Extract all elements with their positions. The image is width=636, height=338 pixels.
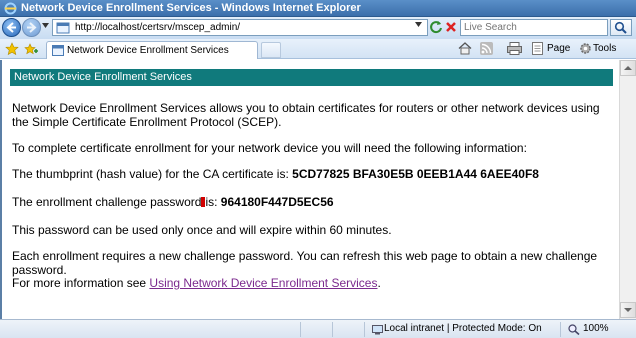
status-bar: Local intranet | Protected Mode: On 100% [0, 319, 636, 338]
status-divider [560, 322, 561, 337]
scroll-up-icon [624, 66, 632, 70]
favorites-star-icon[interactable] [5, 42, 19, 56]
security-zone-status[interactable]: Local intranet | Protected Mode: On [384, 323, 542, 334]
status-divider [332, 322, 333, 337]
password-line: The enrollment challenge password is: 964… [12, 195, 612, 209]
scroll-down-button[interactable] [620, 302, 636, 318]
intro-paragraph: Network Device Enrollment Services allow… [12, 101, 600, 129]
status-divider [364, 322, 365, 337]
page-content: Network Device Enrollment Services Netwo… [0, 60, 619, 319]
tab-label: Network Device Enrollment Services [67, 45, 229, 56]
tab-network-device-enrollment[interactable]: Network Device Enrollment Services [46, 41, 258, 59]
tools-menu-button[interactable]: Tools [593, 43, 616, 54]
scroll-up-button[interactable] [620, 60, 636, 76]
ie-logo-icon [4, 2, 17, 15]
window-title: Network Device Enrollment Services - Win… [21, 2, 361, 14]
address-dropdown-icon[interactable] [415, 22, 422, 27]
refresh-icon[interactable] [428, 19, 444, 35]
usage-note: This password can be used only once and … [12, 223, 392, 237]
more-info-link[interactable]: Using Network Device Enrollment Services [149, 276, 377, 290]
vertical-scrollbar[interactable] [619, 60, 636, 319]
more-info-suffix: . [377, 276, 381, 290]
address-toolbar: http://localhost/certsrv/mscep_admin/ [0, 17, 636, 39]
more-info-line: For more information see Using Network D… [12, 276, 612, 290]
page-header-band: Network Device Enrollment Services [10, 69, 613, 86]
forward-button[interactable] [22, 18, 41, 37]
address-field[interactable]: http://localhost/certsrv/mscep_admin/ [52, 19, 428, 36]
tab-toolbar: Network Device Enrollment Services Page … [0, 39, 636, 59]
zoom-level[interactable]: 100% [583, 323, 609, 334]
new-tab-button[interactable] [261, 42, 281, 58]
search-icon [614, 21, 627, 34]
page-icon [56, 22, 70, 34]
address-url: http://localhost/certsrv/mscep_admin/ [75, 22, 241, 33]
search-button[interactable] [610, 19, 632, 36]
print-icon[interactable] [507, 42, 522, 55]
thumbprint-line: The thumbprint (hash value) for the CA c… [12, 167, 612, 181]
search-field[interactable] [460, 19, 608, 36]
password-label-suffix: is: [205, 195, 218, 209]
history-dropdown-icon[interactable] [42, 23, 49, 28]
password-value: 964180F447D5EC56 [220, 195, 334, 209]
status-divider [300, 322, 301, 337]
zoom-icon[interactable] [568, 324, 580, 335]
feeds-icon[interactable] [480, 42, 493, 55]
thumbprint-label: The thumbprint (hash value) for the CA c… [12, 167, 289, 181]
more-info-prefix: For more information see [12, 276, 147, 290]
window-titlebar: Network Device Enrollment Services - Win… [0, 0, 636, 17]
stop-icon[interactable] [443, 19, 459, 35]
page-icon [52, 45, 64, 56]
thumbprint-value: 5CD77825 BFA30E5B 0EEB1A44 6AEE40F8 [292, 167, 539, 181]
globe-intranet-icon [372, 325, 383, 335]
scroll-down-icon [624, 308, 632, 312]
refresh-note: Each enrollment requires a new challenge… [12, 249, 598, 277]
page-menu-button[interactable]: Page [547, 43, 570, 54]
page-menu-icon[interactable] [532, 42, 544, 55]
password-label: The enrollment challenge password [12, 195, 202, 209]
tools-gear-icon[interactable] [579, 42, 592, 55]
search-input[interactable] [461, 20, 601, 35]
forward-icon [27, 22, 37, 33]
back-icon [6, 22, 16, 33]
home-icon[interactable] [458, 42, 472, 55]
add-favorites-icon[interactable] [24, 42, 38, 56]
back-button[interactable] [2, 18, 21, 37]
instructions-paragraph: To complete certificate enrollment for y… [12, 141, 527, 155]
